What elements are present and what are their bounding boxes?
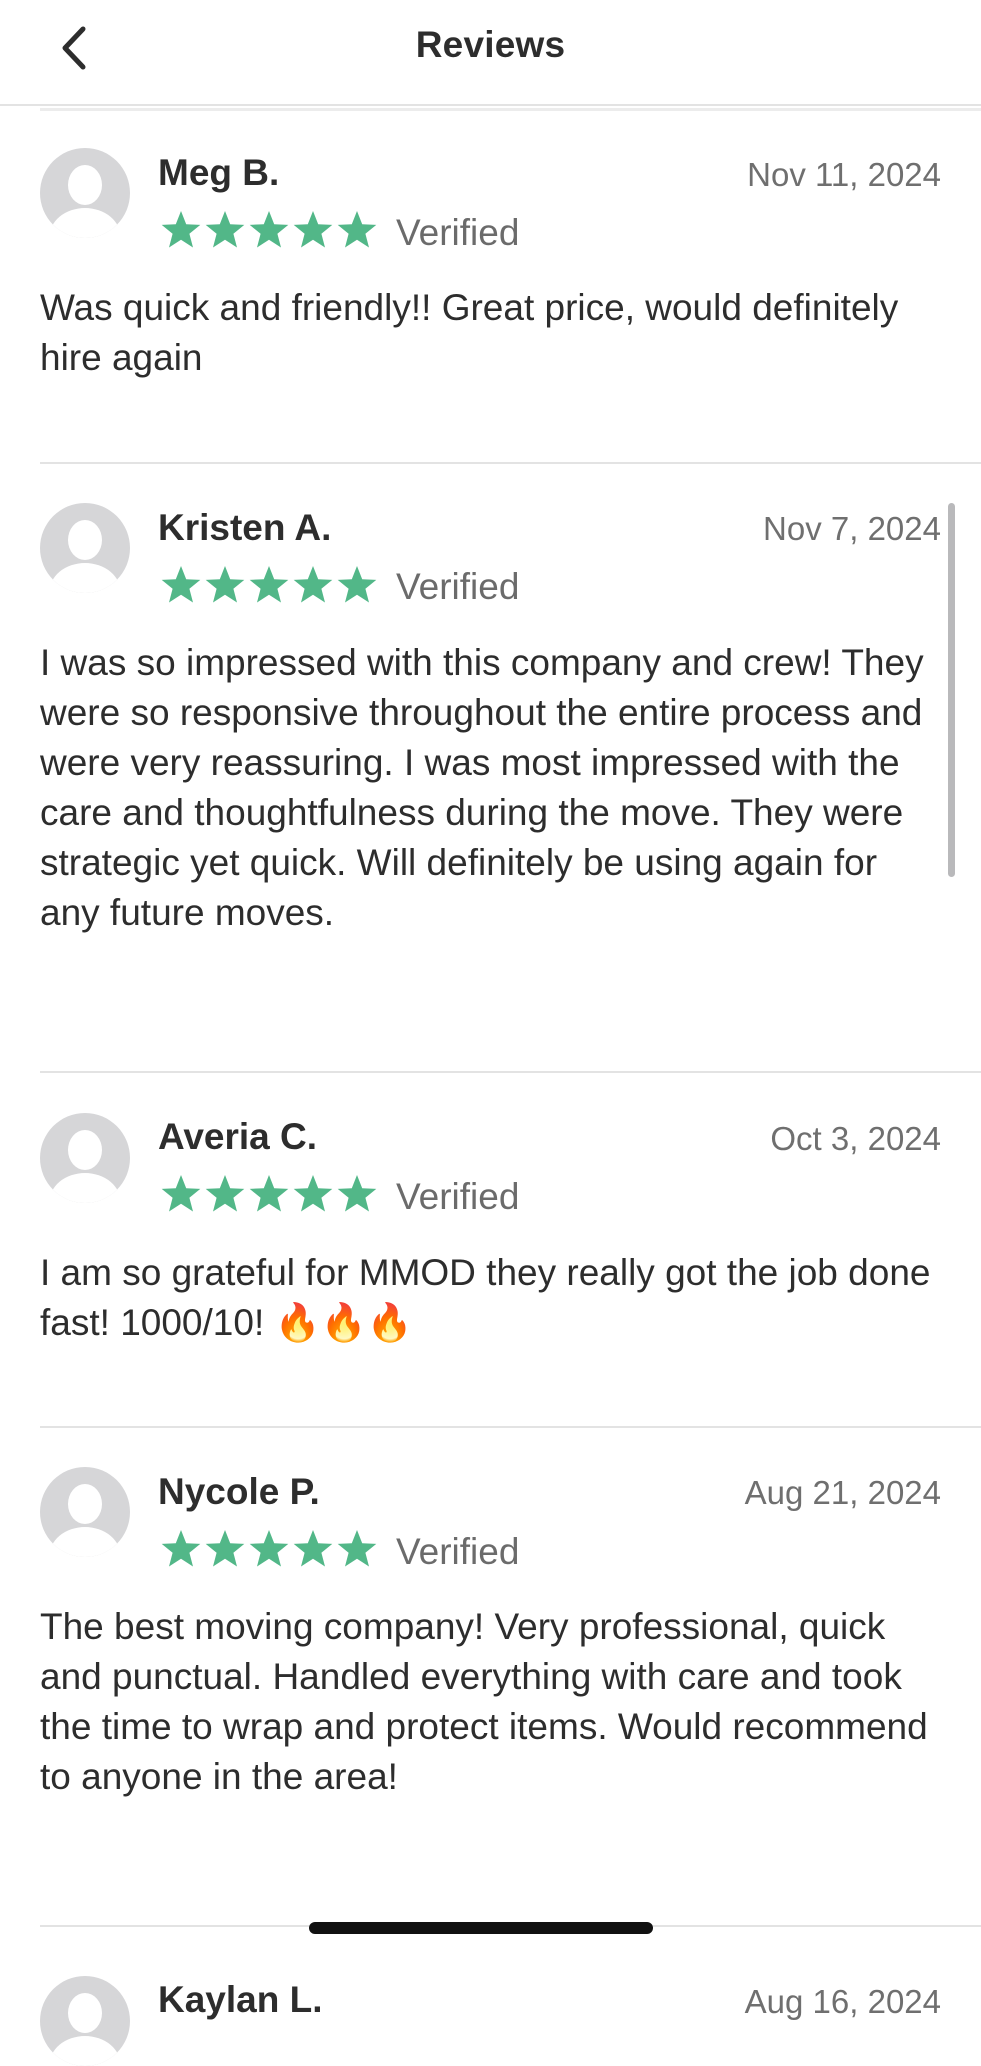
verified-label: Verified xyxy=(396,566,520,607)
divider xyxy=(40,1426,981,1428)
star-icon xyxy=(204,564,246,606)
reviewer-name: Nycole P. xyxy=(158,1471,320,1512)
star-icon xyxy=(248,209,290,251)
star-icon xyxy=(336,1528,378,1570)
header-divider xyxy=(40,108,981,111)
review-text: Was quick and friendly!! Great price, wo… xyxy=(40,287,899,378)
star-icon xyxy=(248,1173,290,1215)
avatar xyxy=(40,1467,130,1557)
review-date: Oct 3, 2024 xyxy=(770,1120,941,1157)
star-icon xyxy=(292,1528,334,1570)
star-rating xyxy=(160,1528,380,1570)
star-icon xyxy=(292,209,334,251)
star-icon xyxy=(292,1173,334,1215)
review-date: Aug 21, 2024 xyxy=(744,1474,941,1511)
star-icon xyxy=(204,1173,246,1215)
star-icon xyxy=(248,1528,290,1570)
star-icon xyxy=(204,209,246,251)
star-icon xyxy=(292,564,334,606)
star-icon xyxy=(160,1528,202,1570)
star-rating xyxy=(160,1173,380,1215)
star-rating xyxy=(160,564,380,606)
review-text: I am so grateful for MMOD they really go… xyxy=(40,1252,931,1343)
scrollbar[interactable] xyxy=(948,503,955,877)
home-indicator[interactable] xyxy=(309,1922,653,1934)
avatar xyxy=(40,148,130,238)
reviews-list[interactable]: Meg B. Nov 11, 2024 Verified Was quick a… xyxy=(0,0,981,2066)
divider xyxy=(40,462,981,464)
star-icon xyxy=(248,564,290,606)
star-icon xyxy=(160,1173,202,1215)
star-icon xyxy=(336,564,378,606)
review-date: Nov 7, 2024 xyxy=(763,510,941,547)
reviewer-name: Meg B. xyxy=(158,152,280,193)
divider xyxy=(40,1071,981,1073)
star-icon xyxy=(160,564,202,606)
verified-label: Verified xyxy=(396,1176,520,1217)
review-text: The best moving company! Very profession… xyxy=(40,1606,928,1797)
verified-label: Verified xyxy=(396,1531,520,1572)
star-rating xyxy=(160,209,380,251)
top-nav-bar: Reviews xyxy=(0,0,981,106)
star-icon xyxy=(204,1528,246,1570)
review-date: Nov 11, 2024 xyxy=(747,156,941,193)
star-icon xyxy=(336,1173,378,1215)
avatar xyxy=(40,503,130,593)
reviewer-name: Averia C. xyxy=(158,1116,318,1157)
star-icon xyxy=(336,209,378,251)
review-text: I was so impressed with this company and… xyxy=(40,642,924,933)
verified-label: Verified xyxy=(396,212,520,253)
reviewer-name: Kristen A. xyxy=(158,507,332,548)
avatar xyxy=(40,1976,130,2066)
page-title: Reviews xyxy=(415,24,566,65)
reviewer-name: Kaylan L. xyxy=(158,1979,323,2020)
review-date: Aug 16, 2024 xyxy=(744,1983,941,2020)
avatar xyxy=(40,1113,130,1203)
star-icon xyxy=(160,209,202,251)
